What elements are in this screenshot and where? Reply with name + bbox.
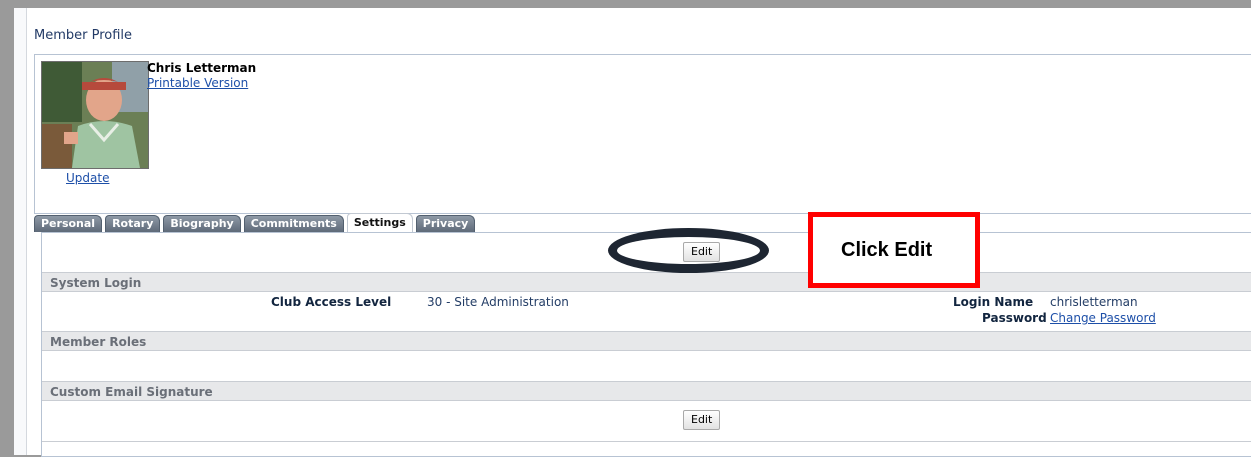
update-photo-link[interactable]: Update: [66, 171, 109, 185]
left-sidebar-edge: [14, 8, 27, 455]
page: Member Profile Chris Letterman Printable…: [14, 8, 1251, 457]
tab-biography[interactable]: Biography: [163, 215, 241, 232]
tab-settings[interactable]: Settings: [346, 213, 413, 232]
member-photo: [41, 61, 149, 169]
login-name-value: chrisletterman: [1050, 295, 1138, 309]
tab-privacy[interactable]: Privacy: [415, 215, 476, 232]
tab-rotary[interactable]: Rotary: [105, 215, 161, 232]
change-password-link[interactable]: Change Password: [1050, 311, 1156, 325]
member-roles-header: Member Roles: [42, 331, 1251, 351]
password-label: Password: [982, 311, 1047, 325]
edit-signature-button[interactable]: Edit: [683, 410, 721, 430]
callout-text: Click Edit: [841, 239, 933, 261]
instruction-callout: Click Edit: [808, 212, 980, 288]
profile-tabs: Personal Rotary Biography Commitments Se…: [34, 213, 478, 232]
club-access-label: Club Access Level: [271, 295, 392, 309]
tab-commitments[interactable]: Commitments: [243, 215, 344, 232]
custom-email-signature-header: Custom Email Signature: [42, 381, 1251, 401]
system-login-header: System Login: [42, 272, 1251, 292]
printable-version-link[interactable]: Printable Version: [147, 76, 248, 90]
page-title: Member Profile: [34, 28, 133, 43]
login-name-label: Login Name: [953, 295, 1034, 309]
club-access-value: 30 - Site Administration: [427, 295, 569, 309]
divider: [42, 441, 1251, 442]
member-name: Chris Letterman: [147, 61, 257, 75]
tab-personal[interactable]: Personal: [34, 215, 103, 232]
highlight-oval: [608, 228, 769, 273]
profile-card: Chris Letterman Printable Version Update: [34, 54, 1251, 214]
